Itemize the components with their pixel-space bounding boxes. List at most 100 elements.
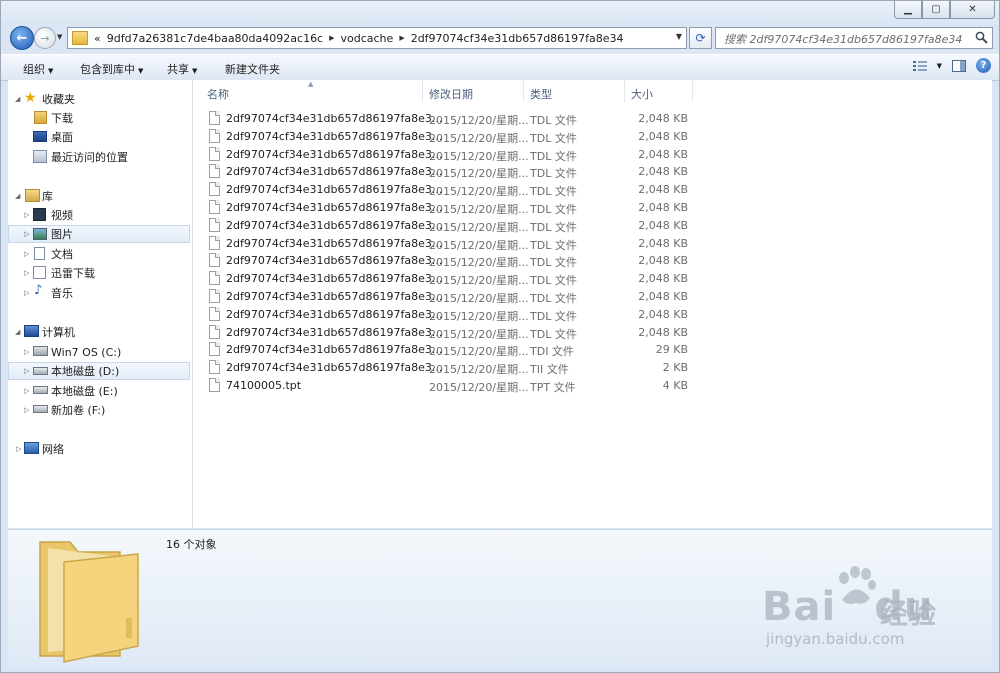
file-row[interactable]: 2df97074cf34e31db657d86197fa8e3... 2015/1… <box>193 180 693 198</box>
nav-label: 图片 <box>51 228 73 241</box>
file-name: 2df97074cf34e31db657d86197fa8e3... <box>226 165 443 179</box>
view-dropdown-icon[interactable]: ▼ <box>937 62 942 70</box>
file-size: 2,048 KB <box>638 307 688 321</box>
file-row[interactable]: 2df97074cf34e31db657d86197fa8e3... 2015/1… <box>193 127 693 145</box>
expand-arrow-icon[interactable]: ▷ <box>24 269 29 277</box>
desktop-icon <box>33 131 47 142</box>
file-icon <box>209 289 220 303</box>
expand-arrow-icon[interactable]: ▷ <box>24 387 29 395</box>
expand-arrow-icon[interactable]: ▷ <box>16 445 21 453</box>
collapse-arrow-icon[interactable]: ◢ <box>15 95 20 103</box>
share-menu[interactable]: 共享 ▼ <box>167 61 197 77</box>
minimize-button[interactable]: ▁ <box>894 1 922 19</box>
file-row[interactable]: 2df97074cf34e31db657d86197fa8e3... 2015/1… <box>193 358 693 376</box>
file-name: 2df97074cf34e31db657d86197fa8e3... <box>226 361 443 375</box>
file-icon <box>209 182 220 197</box>
file-date: 2015/12/20/星期... <box>429 381 529 394</box>
nav-desktop[interactable]: 桌面 <box>8 128 190 146</box>
nav-xunlei-downloads[interactable]: ▷ 迅雷下载 <box>8 264 190 282</box>
file-row[interactable]: 2df97074cf34e31db657d86197fa8e3... 2015/1… <box>193 145 693 163</box>
title-bar: ▁ ▢ ✕ <box>1 1 999 23</box>
file-name: 2df97074cf34e31db657d86197fa8e3... <box>226 147 443 161</box>
expand-arrow-icon[interactable]: ▷ <box>24 250 29 258</box>
refresh-button[interactable]: ⟳ <box>689 27 712 49</box>
help-icon[interactable]: ? <box>976 58 991 73</box>
preview-pane-icon[interactable] <box>952 59 966 72</box>
collapse-arrow-icon[interactable]: ◢ <box>15 192 20 200</box>
nav-drive-f[interactable]: ▷ 新加卷 (F:) <box>8 401 190 419</box>
nav-videos[interactable]: ▷ 视频 <box>8 206 190 224</box>
address-dropdown-icon[interactable]: ▼ <box>676 32 682 41</box>
nav-pictures[interactable]: ▷ 图片 <box>8 225 190 243</box>
new-folder-button[interactable]: 新建文件夹 <box>225 61 280 77</box>
file-type: TDL 文件 <box>530 114 577 127</box>
nav-network[interactable]: ▷ 网络 <box>8 440 190 458</box>
back-button[interactable]: ← <box>10 26 34 50</box>
forward-button[interactable]: → <box>34 27 56 49</box>
file-size: 2,048 KB <box>638 218 688 232</box>
file-type: TDI 文件 <box>530 345 574 359</box>
file-date: 2015/12/20/星期... <box>429 203 529 216</box>
file-name: 2df97074cf34e31db657d86197fa8e3... <box>226 236 443 250</box>
column-header-type[interactable]: 类型 <box>524 80 625 102</box>
nav-drive-d[interactable]: ▷ 本地磁盘 (D:) <box>8 362 190 380</box>
file-type: TDL 文件 <box>530 220 577 234</box>
file-date: 2015/12/20/星期... <box>429 345 529 359</box>
file-row[interactable]: 2df97074cf34e31db657d86197fa8e3... 2015/1… <box>193 162 693 180</box>
breadcrumb-separator-icon[interactable]: ▶ <box>329 34 334 42</box>
expand-arrow-icon[interactable]: ▷ <box>24 230 29 238</box>
file-date: 2015/12/20/星期... <box>429 292 529 305</box>
include-in-library-menu[interactable]: 包含到库中 ▼ <box>80 61 143 77</box>
column-type-label: 类型 <box>530 88 552 101</box>
pictures-icon <box>33 228 47 240</box>
file-type: TDL 文件 <box>530 131 577 145</box>
breadcrumb-separator-icon[interactable]: ▶ <box>399 34 404 42</box>
organize-menu[interactable]: 组织 ▼ <box>23 61 53 77</box>
nav-downloads[interactable]: 下载 <box>8 109 190 127</box>
close-button[interactable]: ✕ <box>950 1 995 19</box>
expand-arrow-icon[interactable]: ▷ <box>24 367 29 375</box>
file-row[interactable]: 2df97074cf34e31db657d86197fa8e3... 2015/1… <box>193 287 693 305</box>
nav-libraries[interactable]: ◢ 库 <box>8 187 190 205</box>
file-row[interactable]: 2df97074cf34e31db657d86197fa8e3... 2015/1… <box>193 234 693 252</box>
file-row[interactable]: 2df97074cf34e31db657d86197fa8e3... 2015/1… <box>193 340 693 358</box>
file-row[interactable]: 2df97074cf34e31db657d86197fa8e3... 2015/1… <box>193 305 693 323</box>
address-bar[interactable]: « 9dfd7a26381c7de4baa80da4092ac16c ▶ vod… <box>67 27 687 49</box>
breadcrumb-item[interactable]: vodcache <box>341 32 394 45</box>
collapse-arrow-icon[interactable]: ◢ <box>15 328 20 336</box>
chevron-down-icon: ▼ <box>192 67 198 75</box>
nav-drive-c[interactable]: ▷ Win7 OS (C:) <box>8 343 190 361</box>
nav-computer[interactable]: ◢ 计算机 <box>8 323 190 341</box>
search-box[interactable]: 搜索 2df97074cf34e31db657d86197fa8e34 <box>715 27 993 49</box>
column-header-name[interactable]: 名称 <box>193 80 423 102</box>
expand-arrow-icon[interactable]: ▷ <box>24 211 29 219</box>
column-header-date[interactable]: 修改日期 <box>423 80 524 102</box>
address-overflow[interactable]: « <box>94 32 101 45</box>
recent-pages-dropdown[interactable]: ▼ <box>57 33 62 41</box>
file-row[interactable]: 2df97074cf34e31db657d86197fa8e3... 2015/1… <box>193 269 693 287</box>
expand-arrow-icon[interactable]: ▷ <box>24 348 29 356</box>
expand-arrow-icon[interactable]: ▷ <box>24 406 29 414</box>
nav-drive-e[interactable]: ▷ 本地磁盘 (E:) <box>8 382 190 400</box>
file-size: 2,048 KB <box>638 236 688 250</box>
breadcrumb-item[interactable]: 9dfd7a26381c7de4baa80da4092ac16c <box>107 32 323 45</box>
file-row[interactable]: 2df97074cf34e31db657d86197fa8e3... 2015/1… <box>193 251 693 269</box>
star-icon: ★ <box>24 90 37 106</box>
file-row[interactable]: 2df97074cf34e31db657d86197fa8e3... 2015/1… <box>193 323 693 341</box>
file-row[interactable]: 2df97074cf34e31db657d86197fa8e3... 2015/1… <box>193 216 693 234</box>
view-options-icon[interactable] <box>912 60 927 72</box>
nav-recent-places[interactable]: 最近访问的位置 <box>8 148 190 166</box>
file-row[interactable]: 2df97074cf34e31db657d86197fa8e3... 2015/1… <box>193 198 693 216</box>
computer-icon <box>24 325 39 337</box>
nav-favorites[interactable]: ◢ ★ 收藏夹 <box>8 90 190 108</box>
expand-arrow-icon[interactable]: ▷ <box>24 289 29 297</box>
file-row[interactable]: 74100005.tpt 2015/12/20/星期... TPT 文件 4 KB <box>193 376 693 394</box>
file-row[interactable]: 2df97074cf34e31db657d86197fa8e3... 2015/1… <box>193 109 693 127</box>
nav-documents[interactable]: ▷ 文档 <box>8 245 190 263</box>
nav-music[interactable]: ▷ ♪ 音乐 <box>8 284 190 302</box>
breadcrumb-item[interactable]: 2df97074cf34e31db657d86197fa8e34 <box>411 32 624 45</box>
file-icon <box>209 360 220 375</box>
file-size: 2 KB <box>662 361 688 375</box>
column-header-size[interactable]: 大小 <box>625 80 693 102</box>
maximize-button[interactable]: ▢ <box>922 1 950 19</box>
